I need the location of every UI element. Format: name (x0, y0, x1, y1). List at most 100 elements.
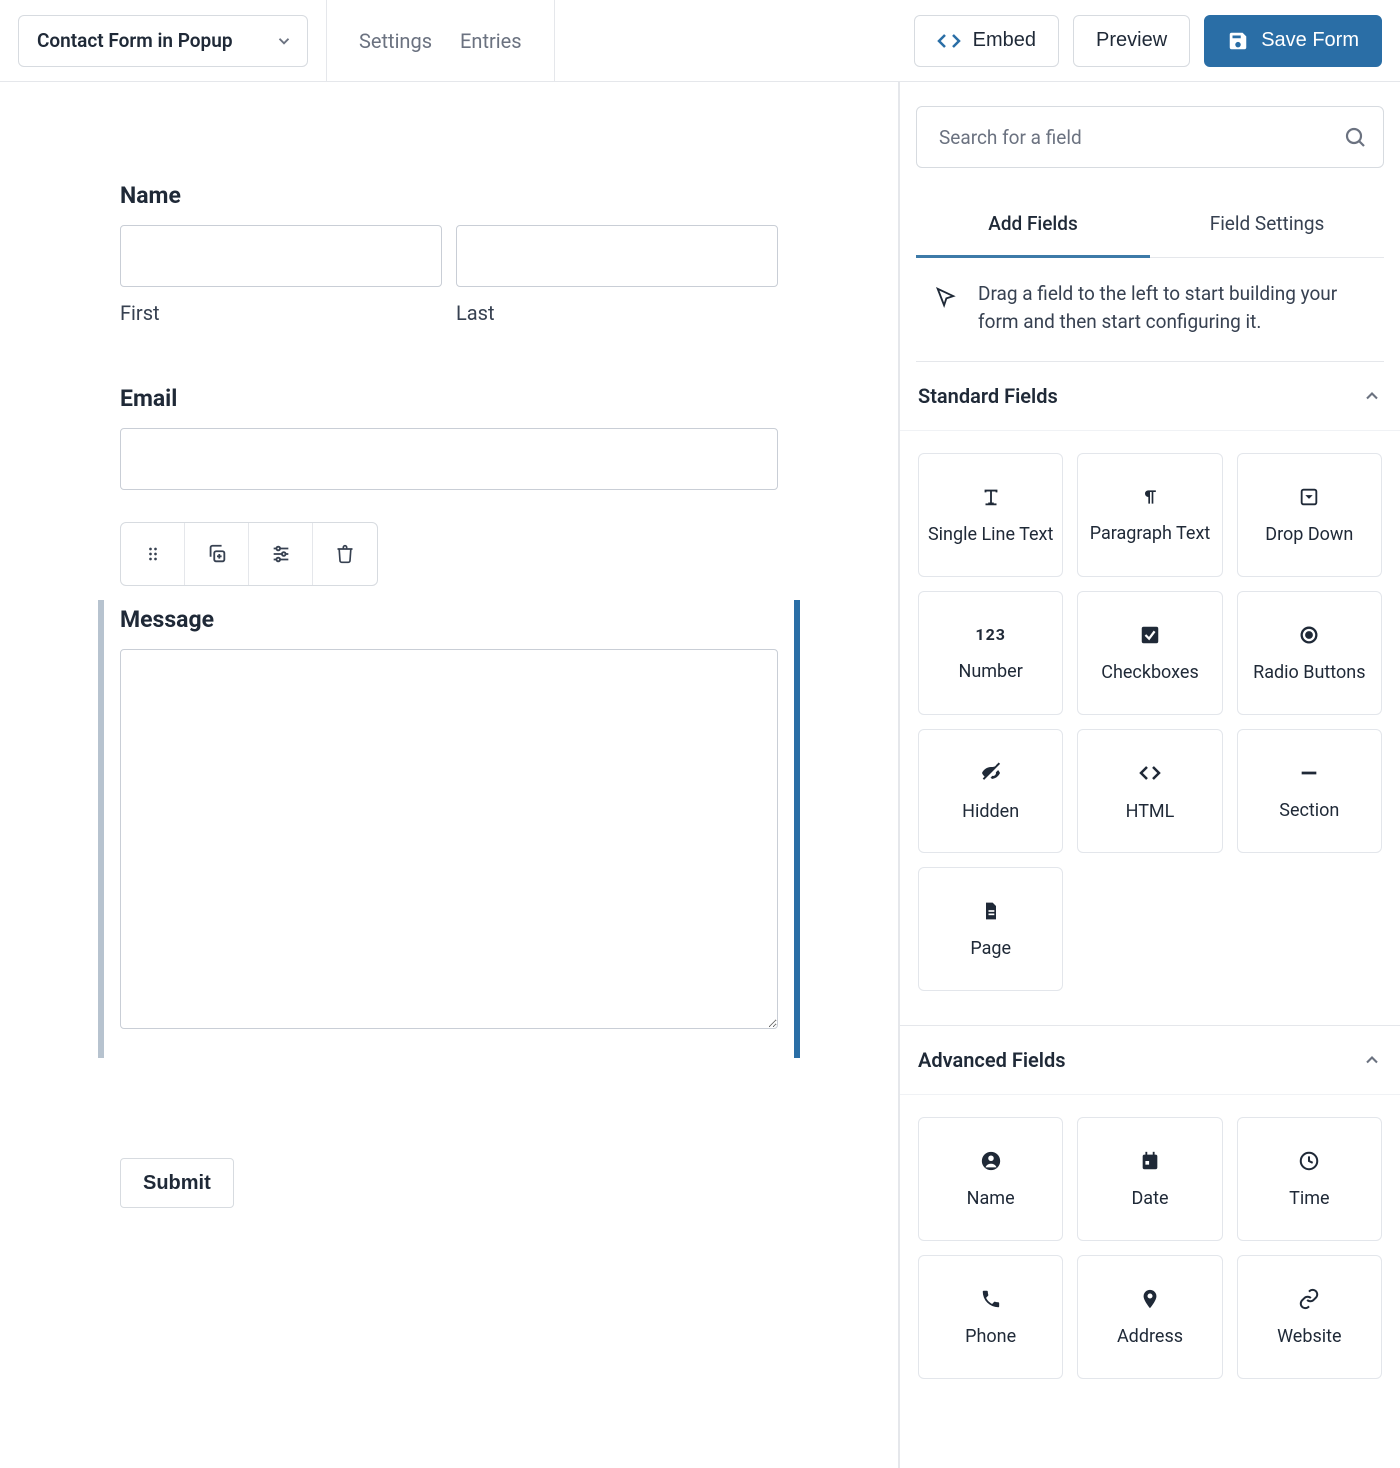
field-card-hidden[interactable]: Hidden (918, 729, 1063, 853)
embed-label: Embed (973, 29, 1036, 52)
settings-button[interactable] (249, 523, 313, 585)
hint-text: Drag a field to the left to start buildi… (978, 280, 1372, 335)
section-icon (1298, 762, 1320, 784)
tab-field-settings[interactable]: Field Settings (1150, 194, 1384, 257)
top-bar: Contact Form in Popup Settings Entries E… (0, 0, 1400, 82)
nav-settings[interactable]: Settings (345, 0, 446, 82)
section-standard-head[interactable]: Standard Fields (900, 362, 1400, 431)
right-panel: Search for a field Add Fields Field Sett… (900, 82, 1400, 1468)
field-card-name[interactable]: Name (918, 1117, 1063, 1241)
delete-button[interactable] (313, 523, 377, 585)
field-card-number[interactable]: 123 Number (918, 591, 1063, 715)
field-card-label: Hidden (962, 801, 1019, 822)
field-card-text[interactable]: Single Line Text (918, 453, 1063, 577)
divider (554, 0, 555, 82)
divider (326, 0, 327, 82)
chevron-down-icon (275, 32, 293, 50)
field-card-phone[interactable]: Phone (918, 1255, 1063, 1379)
html-icon (1138, 761, 1162, 785)
field-card-section[interactable]: Section (1237, 729, 1382, 853)
paragraph-icon (1140, 487, 1160, 507)
duplicate-button[interactable] (185, 523, 249, 585)
field-card-date[interactable]: Date (1077, 1117, 1222, 1241)
first-name-input[interactable] (120, 225, 442, 287)
field-card-checkbox[interactable]: Checkboxes (1077, 591, 1222, 715)
message-textarea[interactable] (120, 649, 778, 1029)
field-card-label: Page (970, 938, 1011, 959)
number-icon: 123 (975, 624, 1006, 645)
field-card-label: Website (1277, 1326, 1341, 1347)
section-advanced-head[interactable]: Advanced Fields (900, 1026, 1400, 1095)
chevron-up-icon (1362, 386, 1382, 406)
date-icon (1139, 1150, 1161, 1172)
advanced-fields-grid: Name Date Time Phone Address Website (900, 1095, 1400, 1413)
address-icon (1139, 1288, 1161, 1310)
save-icon (1227, 30, 1249, 52)
field-card-address[interactable]: Address (1077, 1255, 1222, 1379)
form-selector-label: Contact Form in Popup (37, 29, 233, 52)
field-card-page[interactable]: Page (918, 867, 1063, 991)
save-button[interactable]: Save Form (1204, 15, 1382, 67)
field-card-label: Name (967, 1188, 1015, 1209)
section-standard-label: Standard Fields (918, 384, 1058, 408)
field-card-label: Drop Down (1265, 524, 1353, 545)
field-message-wrapper: Message (120, 522, 778, 1058)
field-card-label: Address (1117, 1326, 1183, 1347)
first-sublabel: First (120, 301, 442, 325)
cursor-icon (934, 280, 956, 308)
field-card-label: Number (959, 661, 1023, 682)
field-card-html[interactable]: HTML (1077, 729, 1222, 853)
field-card-label: Checkboxes (1101, 662, 1199, 683)
field-card-label: Date (1131, 1188, 1168, 1209)
field-message[interactable]: Message (98, 600, 800, 1058)
field-card-label: Single Line Text (928, 524, 1053, 545)
email-input[interactable] (120, 428, 778, 490)
form-selector[interactable]: Contact Form in Popup (18, 15, 308, 67)
main: Name First Last Email (0, 82, 1400, 1468)
field-card-label: Paragraph Text (1090, 523, 1211, 544)
tab-add-fields[interactable]: Add Fields (916, 194, 1150, 258)
field-card-label: Radio Buttons (1253, 662, 1365, 683)
hint: Drag a field to the left to start buildi… (916, 258, 1384, 362)
field-email[interactable]: Email (120, 385, 778, 490)
field-search[interactable]: Search for a field (916, 106, 1384, 168)
field-card-time[interactable]: Time (1237, 1117, 1382, 1241)
embed-button[interactable]: Embed (914, 15, 1059, 67)
field-card-radio[interactable]: Radio Buttons (1237, 591, 1382, 715)
search-icon (1343, 125, 1367, 149)
field-card-dropdown[interactable]: Drop Down (1237, 453, 1382, 577)
phone-icon (980, 1288, 1002, 1310)
page-icon (981, 900, 1001, 922)
form-canvas[interactable]: Name First Last Email (0, 82, 900, 1468)
nav-entries[interactable]: Entries (446, 0, 536, 82)
email-label: Email (120, 385, 778, 412)
preview-button[interactable]: Preview (1073, 15, 1190, 67)
dropdown-icon (1298, 486, 1320, 508)
submit-button[interactable]: Submit (120, 1158, 234, 1208)
last-name-input[interactable] (456, 225, 778, 287)
field-card-website[interactable]: Website (1237, 1255, 1382, 1379)
panel-tabs: Add Fields Field Settings (916, 194, 1384, 258)
field-card-label: HTML (1126, 801, 1175, 822)
last-sublabel: Last (456, 301, 778, 325)
hidden-icon (979, 761, 1003, 785)
chevron-up-icon (1362, 1050, 1382, 1070)
message-label: Message (120, 606, 778, 633)
checkbox-icon (1139, 624, 1161, 646)
section-advanced-label: Advanced Fields (918, 1048, 1066, 1072)
time-icon (1298, 1150, 1320, 1172)
field-card-label: Section (1279, 800, 1339, 821)
field-name[interactable]: Name First Last (120, 182, 778, 325)
text-icon (980, 486, 1002, 508)
name-icon (980, 1150, 1002, 1172)
field-toolbar (120, 522, 378, 586)
radio-icon (1298, 624, 1320, 646)
save-label: Save Form (1261, 29, 1359, 52)
search-placeholder: Search for a field (939, 126, 1082, 149)
name-label: Name (120, 182, 778, 209)
code-icon (937, 29, 961, 53)
field-card-label: Time (1289, 1188, 1329, 1209)
preview-label: Preview (1096, 29, 1167, 52)
field-card-paragraph[interactable]: Paragraph Text (1077, 453, 1222, 577)
drag-handle[interactable] (121, 523, 185, 585)
